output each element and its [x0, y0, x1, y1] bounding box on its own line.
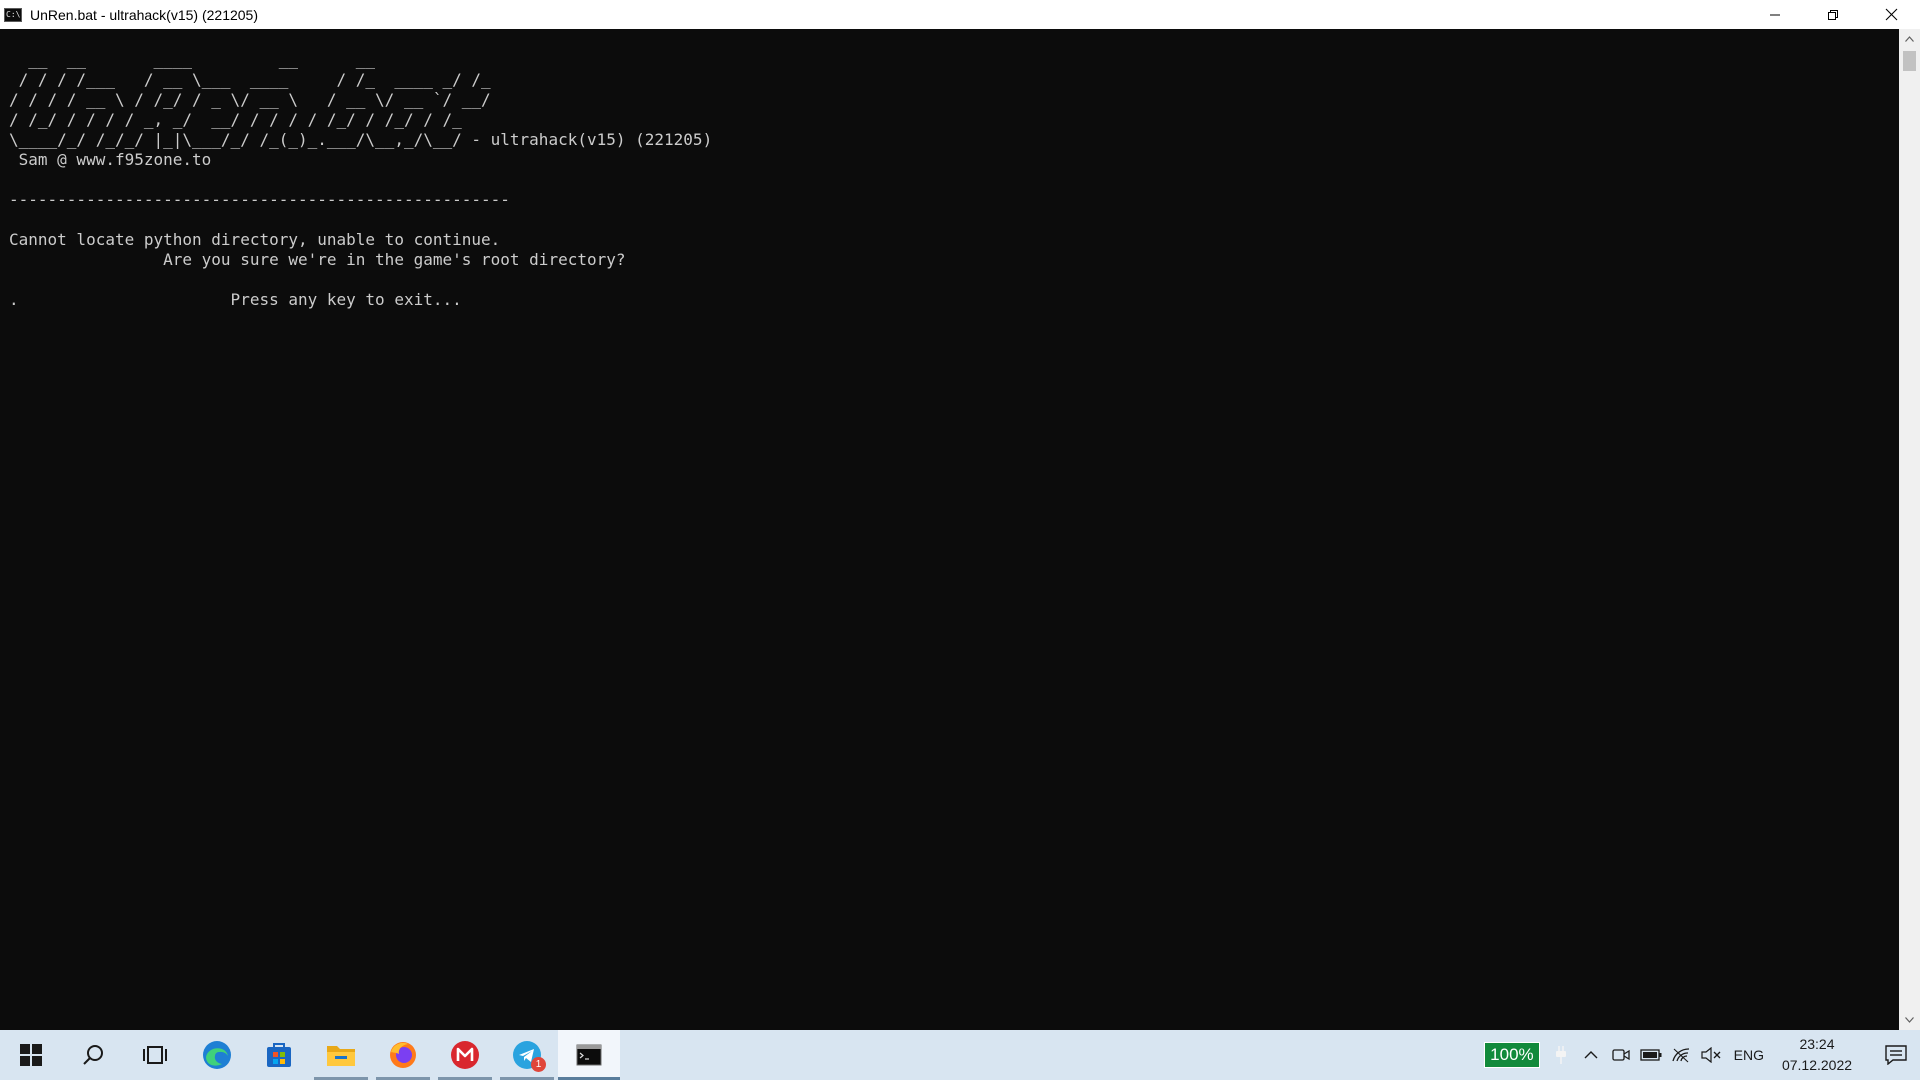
close-button[interactable]	[1862, 0, 1920, 29]
chevron-up-icon	[1584, 1051, 1598, 1059]
task-view-button[interactable]	[124, 1030, 186, 1080]
meet-now-icon[interactable]	[1606, 1030, 1636, 1080]
console-line: / / / / __ \ / /_/ / _ \/ __ \ / __ \/ _…	[9, 90, 491, 109]
console-line: \____/_/ /_/_/ |_|\___/_/ /_(_)_.___/\__…	[9, 130, 713, 149]
battery-icon[interactable]	[1636, 1030, 1666, 1080]
console-window: C:\ UnRen.bat - ultrahack(v15) (221205) …	[0, 0, 1920, 1030]
notification-icon	[1885, 1045, 1907, 1065]
windows-logo-icon	[20, 1044, 42, 1066]
console-line: Sam @ www.f95zone.to	[9, 150, 212, 169]
firefox-icon	[390, 1042, 416, 1068]
console-line: / / / /___ / __ \___ ____ / /_ ____ _/ /…	[9, 70, 491, 89]
terminal-icon	[576, 1044, 602, 1066]
console-output[interactable]: __ __ ____ __ __ / / / /___ / __ \___ __…	[0, 29, 1899, 1030]
taskbar: 1 100% ENG 23:24 07.12.2022	[0, 1030, 1920, 1080]
telegram-badge: 1	[531, 1057, 546, 1072]
scroll-up-button[interactable]	[1899, 29, 1920, 49]
clock[interactable]: 23:24 07.12.2022	[1774, 1034, 1860, 1076]
console-text: __ __ ____ __ __ / / / /___ / __ \___ __…	[0, 29, 1899, 310]
window-title: UnRen.bat - ultrahack(v15) (221205)	[30, 6, 259, 23]
window-controls	[1746, 0, 1920, 29]
clock-time: 23:24	[1799, 1036, 1835, 1052]
store-button[interactable]	[248, 1030, 310, 1080]
task-view-icon	[143, 1046, 167, 1064]
restore-icon	[1828, 9, 1838, 20]
console-line: ----------------------------------------…	[9, 190, 510, 209]
close-icon	[1885, 8, 1897, 21]
console-line: / /_/ / / / / _, _/ __/ / / / / /_/ / /_…	[9, 110, 462, 129]
folder-icon	[327, 1046, 355, 1066]
show-hidden-icons-button[interactable]	[1576, 1030, 1606, 1080]
console-line: Cannot locate python directory, unable t…	[9, 230, 501, 249]
mega-icon	[451, 1041, 479, 1069]
console-line: Are you sure we're in the game's root di…	[9, 250, 626, 269]
mega-button[interactable]	[434, 1030, 496, 1080]
cmd-icon[interactable]: C:\	[4, 7, 22, 22]
minimize-button[interactable]	[1746, 0, 1804, 29]
battery-percentage[interactable]: 100%	[1484, 1042, 1540, 1068]
search-icon	[83, 1045, 103, 1065]
console-line: __ __ ____ __ __	[9, 50, 376, 69]
start-button[interactable]	[0, 1030, 62, 1080]
firefox-button[interactable]	[372, 1030, 434, 1080]
vertical-scrollbar[interactable]	[1899, 29, 1920, 1030]
chevron-up-icon	[1905, 36, 1914, 42]
file-explorer-button[interactable]	[310, 1030, 372, 1080]
input-language[interactable]: ENG	[1734, 1047, 1764, 1063]
wifi-icon[interactable]	[1666, 1030, 1696, 1080]
terminal-button[interactable]	[558, 1030, 620, 1080]
edge-icon	[203, 1041, 231, 1069]
restore-button[interactable]	[1804, 0, 1862, 29]
minimize-icon	[1770, 14, 1780, 15]
system-tray: 100% ENG 23:24 07.12.2022	[1484, 1030, 1920, 1080]
notifications-button[interactable]	[1872, 1030, 1920, 1080]
store-icon	[267, 1043, 291, 1067]
volume-muted-icon[interactable]	[1696, 1030, 1726, 1080]
clock-date: 07.12.2022	[1781, 1057, 1853, 1073]
search-button[interactable]	[62, 1030, 124, 1080]
chevron-down-icon	[1905, 1017, 1914, 1023]
scroll-down-button[interactable]	[1899, 1010, 1920, 1030]
console-line: . Press any key to exit...	[9, 290, 462, 309]
scroll-thumb[interactable]	[1903, 51, 1916, 71]
title-bar[interactable]: C:\ UnRen.bat - ultrahack(v15) (221205)	[0, 0, 1920, 29]
edge-button[interactable]	[186, 1030, 248, 1080]
power-plug-icon[interactable]	[1546, 1030, 1576, 1080]
telegram-button[interactable]: 1	[496, 1030, 558, 1080]
